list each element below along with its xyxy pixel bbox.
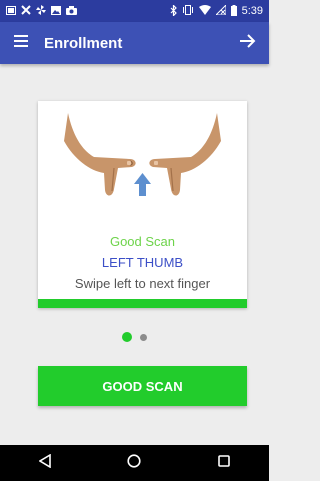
page-dot-active[interactable] xyxy=(122,332,132,342)
scan-progress-bar xyxy=(38,299,247,308)
right-hand-image xyxy=(149,113,221,196)
fingerprint-hands-illustration xyxy=(64,113,221,196)
gallery-icon xyxy=(6,5,16,17)
tools-icon xyxy=(21,5,31,17)
system-navigation-bar xyxy=(0,445,269,481)
page-title: Enrollment xyxy=(44,34,123,52)
battery-icon xyxy=(230,4,237,18)
finger-name-text: LEFT THUMB xyxy=(101,255,184,270)
app-bar: Enrollment xyxy=(0,22,269,64)
back-button[interactable] xyxy=(25,445,65,481)
recents-button[interactable] xyxy=(204,445,244,481)
recents-icon xyxy=(218,454,230,472)
menu-button[interactable] xyxy=(0,22,42,64)
status-bar: 5:39 xyxy=(0,0,269,22)
scan-progress-fill xyxy=(38,299,247,308)
status-bar-system: 5:39 xyxy=(170,3,263,18)
hamburger-menu-icon xyxy=(14,34,28,52)
status-bar-notifications xyxy=(6,5,77,17)
fan-icon xyxy=(36,5,46,17)
vibrate-icon xyxy=(182,5,194,17)
scan-card: Good Scan LEFT THUMB Swipe left to next … xyxy=(38,101,247,308)
camera-icon xyxy=(66,5,77,17)
good-scan-button[interactable]: GOOD SCAN xyxy=(38,366,247,406)
wifi-icon xyxy=(198,5,211,17)
forward-button[interactable] xyxy=(227,22,269,64)
left-hand-image xyxy=(64,113,136,196)
page-dot[interactable] xyxy=(140,333,147,341)
scan-status-text: Good Scan xyxy=(109,234,176,249)
home-button[interactable] xyxy=(114,445,154,481)
bluetooth-icon xyxy=(170,3,177,18)
arrow-right-icon xyxy=(240,33,256,53)
page-indicator xyxy=(0,331,269,343)
no-signal-icon xyxy=(214,3,227,17)
swipe-up-arrow-icon xyxy=(134,173,151,196)
back-icon xyxy=(38,453,51,473)
image-icon xyxy=(51,5,61,17)
home-icon xyxy=(127,453,142,473)
clock: 5:39 xyxy=(241,5,263,17)
instruction-text: Swipe left to next finger xyxy=(74,276,211,291)
